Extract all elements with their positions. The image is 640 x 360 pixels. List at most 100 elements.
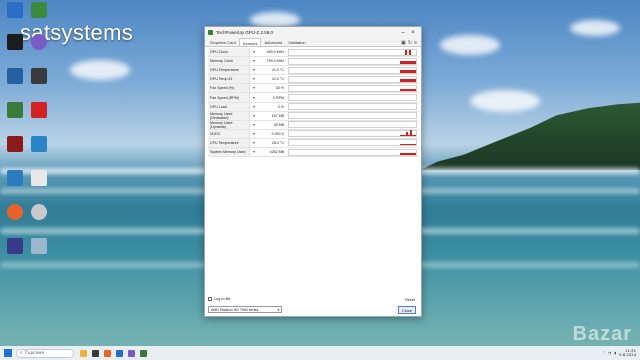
taskbar-search[interactable]: ⌕ Търсене [16, 348, 74, 358]
sensor-value: 26 MB [273, 122, 284, 127]
sensor-graph [288, 103, 417, 111]
desktop-icon[interactable] [4, 238, 26, 254]
tab-sensors[interactable]: Sensors [238, 38, 262, 46]
chevron-down-icon[interactable]: ▼ [250, 86, 258, 90]
reset-button[interactable]: Reset [405, 298, 415, 302]
sensor-graph [288, 48, 417, 56]
desktop-icon[interactable] [28, 170, 50, 186]
chevron-down-icon[interactable]: ▼ [250, 141, 258, 145]
refresh-icon[interactable]: ↻ [408, 40, 412, 46]
gpu-select[interactable]: AMD Radeon HD 7900 series ▼ [208, 306, 282, 313]
menu-icon[interactable]: ≡ [414, 40, 417, 46]
minimize-icon[interactable]: – [398, 30, 408, 36]
gpuz-taskbar-icon[interactable] [140, 349, 147, 357]
volume-icon[interactable]: ◖ [614, 351, 616, 355]
firefox-icon[interactable] [104, 349, 111, 357]
sensor-name: Memory Used (Dynamic) [208, 120, 250, 129]
desktop-icon[interactable] [4, 102, 26, 118]
desktop-icon[interactable] [4, 2, 26, 18]
firefox-icon [7, 204, 23, 220]
tab-graphics-card[interactable]: Graphics Card [207, 38, 239, 46]
pdf-icon [31, 102, 47, 118]
edge-icon[interactable] [116, 349, 123, 357]
file-explorer-icon[interactable] [80, 349, 87, 357]
app-icon [7, 170, 23, 186]
desktop-icon[interactable] [28, 34, 50, 50]
chevron-down-icon[interactable]: ▼ [250, 96, 258, 100]
chevron-down-icon[interactable]: ▼ [250, 105, 258, 109]
chevron-down-icon[interactable]: ▼ [250, 123, 258, 127]
sensor-graph [288, 130, 417, 138]
desktop-icon[interactable] [28, 204, 50, 220]
chevron-up-icon[interactable]: ⌃ [602, 351, 605, 355]
sensor-row: Fan Speed (RPM) ▼ 0 RPM [208, 93, 419, 103]
sensor-name: Fan Speed (%) [208, 84, 250, 93]
sensor-row: GPU Temp #1 ▼ 41.0 °C [208, 75, 419, 85]
sensor-graph [288, 94, 417, 102]
chevron-down-icon[interactable]: ▼ [250, 114, 258, 118]
clock[interactable]: 11:31 5.8.2024 [619, 348, 636, 358]
cloud [570, 20, 620, 36]
network-icon[interactable]: ◔ [608, 351, 611, 355]
sensor-list: GPU Clock ▼ 469.0 MHz Memory Clock ▼ 799… [208, 48, 419, 158]
chevron-down-icon: ▼ [277, 307, 280, 312]
graph-bar [400, 88, 416, 91]
gpuz-app-icon [208, 30, 213, 35]
sensor-row: GPU Clock ▼ 469.0 MHz [208, 48, 419, 58]
search-icon: ⌕ [20, 351, 23, 356]
gpuz-window: TechPowerUp GPU-Z 2.59.0 – × Graphics Ca… [204, 26, 422, 317]
chevron-down-icon[interactable]: ▼ [250, 68, 258, 72]
file-icon [31, 170, 47, 186]
desktop-icon[interactable] [4, 136, 26, 152]
graph-bar [400, 78, 416, 82]
title-bar[interactable]: TechPowerUp GPU-Z 2.59.0 – × [205, 27, 421, 38]
sensor-graph [288, 57, 417, 65]
sensor-name: VDDC [208, 129, 250, 138]
graph-bar [400, 135, 416, 137]
log-to-file-label: Log to file [214, 297, 231, 301]
chevron-down-icon[interactable]: ▼ [250, 50, 258, 54]
gpu-select-value: AMD Radeon HD 7900 series [211, 307, 259, 312]
desktop-icon[interactable] [4, 170, 26, 186]
desktop-icon[interactable] [28, 136, 50, 152]
search-placeholder: Търсене [24, 350, 45, 356]
desktop-icon[interactable] [28, 2, 50, 18]
sensor-row: Memory Used (Dedicated) ▼ 157 MB [208, 111, 419, 121]
recycle-bin-icon [31, 238, 47, 254]
app-icon [31, 136, 47, 152]
sensor-graph [288, 139, 417, 147]
desktop-icon[interactable] [4, 68, 26, 84]
chevron-down-icon[interactable]: ▼ [250, 132, 258, 136]
sensor-name: System Memory Used [208, 148, 250, 157]
app-icon [7, 2, 23, 18]
sensor-row: CPU Temperature ▼ 28.0 °C [208, 138, 419, 149]
desktop-icon[interactable] [4, 34, 26, 50]
tab-advanced[interactable]: Advanced [261, 38, 285, 46]
cloud [470, 90, 540, 112]
chevron-down-icon[interactable]: ▼ [250, 150, 258, 154]
log-to-file[interactable]: Log to file [208, 297, 230, 301]
sensor-row: VDDC ▼ 0.900 V [208, 129, 419, 139]
chevron-down-icon[interactable]: ▼ [250, 59, 258, 63]
close-button[interactable]: Close [398, 306, 416, 314]
tab-validation[interactable]: Validation [285, 38, 308, 46]
sensor-value: 799.9 MHz [266, 59, 284, 64]
sensor-name: Fan Speed (RPM) [208, 93, 250, 102]
desktop-icon[interactable] [28, 68, 50, 84]
sensor-graph [288, 121, 417, 129]
tab-strip: Graphics Card Sensors Advanced Validatio… [205, 38, 421, 47]
sensor-value: 157 MB [271, 113, 284, 118]
desktop-icon[interactable] [4, 204, 26, 220]
sensor-value: 469.0 MHz [266, 50, 284, 55]
windows-start-icon[interactable] [4, 349, 12, 357]
log-to-file-checkbox[interactable] [208, 297, 212, 301]
close-icon[interactable]: × [408, 30, 418, 36]
chevron-down-icon[interactable]: ▼ [250, 77, 258, 81]
edge-icon [7, 68, 23, 84]
desktop-icon[interactable] [28, 238, 50, 254]
camera-icon[interactable]: ▣ [401, 40, 406, 46]
desktop-icon[interactable] [28, 102, 50, 118]
app-icon[interactable] [92, 349, 99, 357]
taskbar: ⌕ Търсене ⌃ ◔ ◖ 11:31 5.8.2024 [0, 346, 640, 360]
viber-icon[interactable] [128, 349, 135, 357]
